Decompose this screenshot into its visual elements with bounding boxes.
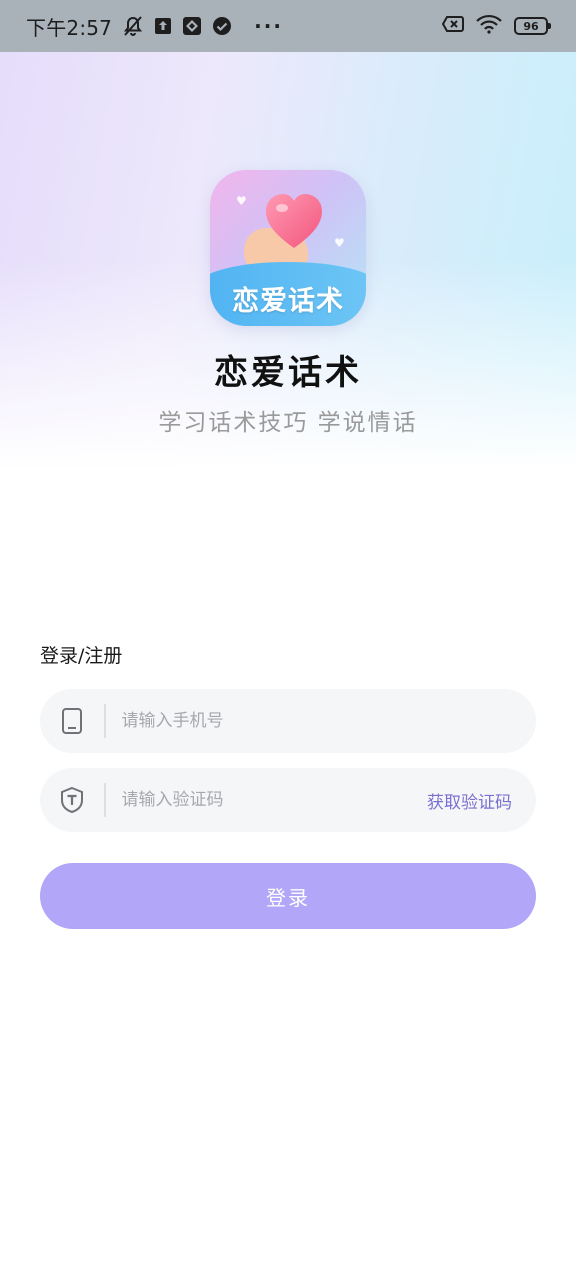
sparkle-icon: ♥ <box>334 236 345 250</box>
status-system-icons: 96 <box>441 14 551 38</box>
status-bar: 下午2:57 ··· 96 <box>0 0 576 52</box>
login-screen: 下午2:57 ··· 96 ♥ ♥ 恋爱话术 恋爱话术 学习话术技巧 学说情话 … <box>0 0 576 1280</box>
get-code-button[interactable]: 获取验证码 <box>427 788 512 813</box>
heart-icon <box>266 194 322 248</box>
app-logo: ♥ ♥ 恋爱话术 <box>210 170 366 326</box>
more-notifications: ··· <box>254 14 283 38</box>
wifi-icon <box>476 14 502 38</box>
form-title: 登录/注册 <box>40 645 123 667</box>
app-slogan: 学习话术技巧 学说情话 <box>158 410 418 436</box>
check-icon <box>212 16 232 36</box>
app-icon <box>182 16 202 36</box>
status-notification-icons: ··· <box>122 14 283 38</box>
code-field[interactable]: 获取验证码 <box>40 768 536 832</box>
battery-icon: 96 <box>514 17 551 35</box>
sparkle-icon: ♥ <box>236 194 247 208</box>
mute-bell-icon <box>122 15 144 37</box>
login-button[interactable]: 登录 <box>40 863 536 929</box>
app-name: 恋爱话术 <box>214 353 362 393</box>
upload-icon <box>154 17 172 35</box>
status-time: 下午2:57 <box>26 15 113 40</box>
no-sim-icon <box>441 15 464 37</box>
logo-text: 恋爱话术 <box>232 286 344 317</box>
shield-icon <box>40 768 104 832</box>
phone-input[interactable] <box>105 689 536 753</box>
phone-icon <box>40 689 104 753</box>
phone-field[interactable] <box>40 689 536 753</box>
code-input[interactable] <box>105 768 427 832</box>
